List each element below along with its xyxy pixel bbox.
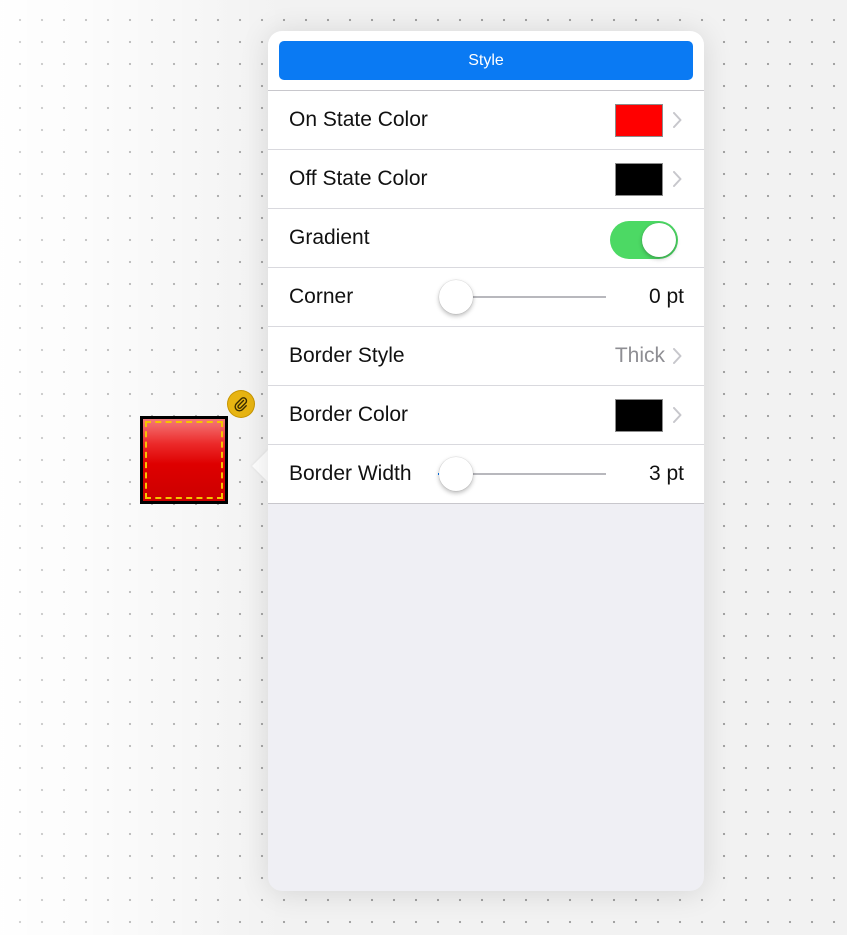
toggle-knob — [642, 223, 676, 257]
off-state-color-swatch — [615, 163, 663, 196]
border-width-slider-thumb[interactable] — [439, 457, 474, 491]
border-color-label: Border Color — [289, 403, 409, 426]
popover-header: Style — [268, 31, 704, 91]
gradient-toggle[interactable] — [610, 221, 678, 259]
border-width-slider[interactable] — [438, 457, 606, 491]
off-state-color-label: Off State Color — [289, 167, 428, 190]
style-popover: Style On State Color Off State Color Gra… — [268, 31, 704, 891]
border-style-label: Border Style — [289, 344, 405, 367]
border-color-row[interactable]: Border Color — [268, 386, 704, 445]
popover-arrow — [252, 449, 269, 483]
paperclip-icon — [234, 397, 248, 412]
corner-slider[interactable] — [439, 280, 606, 314]
style-button[interactable]: Style — [279, 41, 693, 80]
on-state-color-swatch — [615, 104, 663, 137]
gradient-label: Gradient — [289, 226, 370, 249]
off-state-color-row[interactable]: Off State Color — [268, 150, 704, 209]
border-style-row[interactable]: Border Style Thick — [268, 327, 704, 386]
on-state-color-row[interactable]: On State Color — [268, 91, 704, 150]
gradient-row: Gradient — [268, 209, 704, 268]
corner-label: Corner — [289, 285, 354, 308]
border-style-value: Thick — [614, 344, 665, 367]
chevron-right-icon — [673, 171, 682, 187]
link-badge[interactable] — [228, 391, 254, 417]
chevron-right-icon — [673, 112, 682, 128]
corner-value: 0 pt — [648, 285, 684, 308]
chevron-right-icon — [673, 348, 682, 364]
chevron-right-icon — [673, 407, 682, 423]
on-state-color-label: On State Color — [289, 108, 428, 131]
border-width-row: Border Width 3 pt — [268, 445, 704, 504]
corner-slider-thumb[interactable] — [439, 280, 473, 314]
style-settings-list: On State Color Off State Color Gradient … — [268, 91, 704, 504]
corner-row: Corner 0 pt — [268, 268, 704, 327]
selected-switch-widget[interactable] — [140, 416, 228, 504]
border-width-value: 3 pt — [648, 462, 684, 485]
border-color-swatch — [615, 399, 663, 432]
border-width-label: Border Width — [289, 462, 412, 485]
selection-outline — [145, 421, 223, 499]
